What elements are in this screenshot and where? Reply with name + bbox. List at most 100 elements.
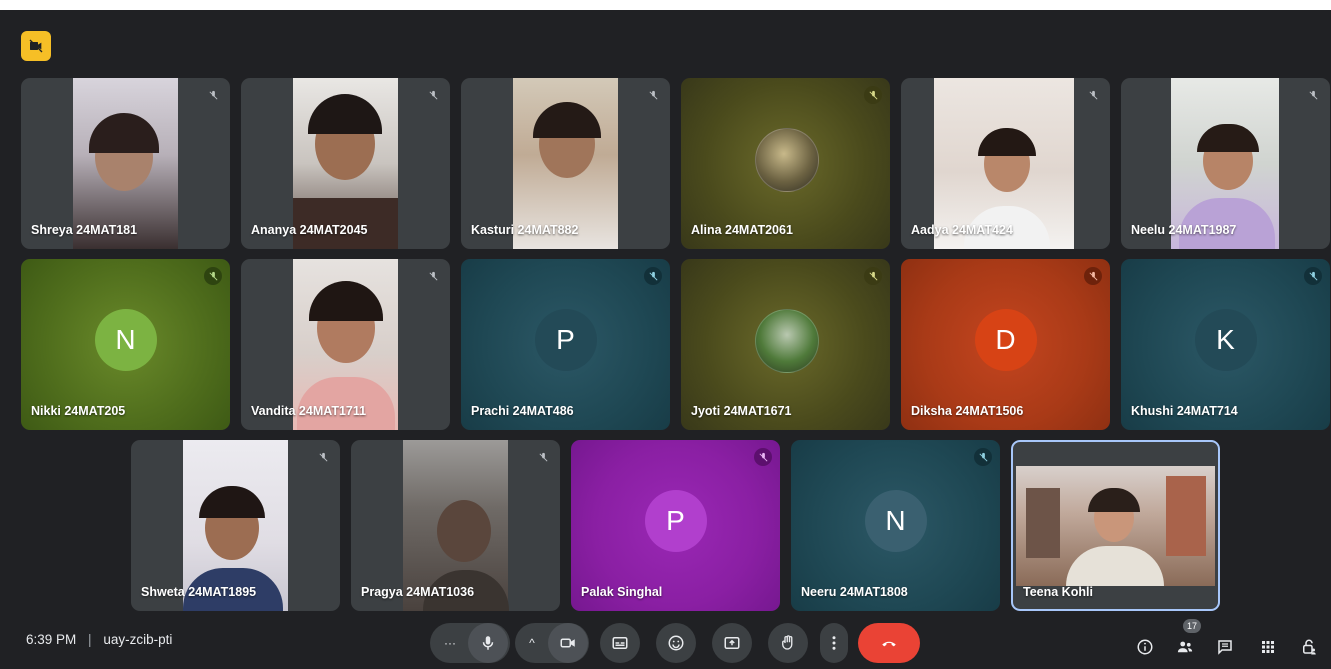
avatar: N (864, 489, 927, 552)
participant-tile[interactable]: Kasturi 24MAT882 (461, 78, 670, 249)
video-options-button[interactable]: ^ (516, 636, 548, 650)
meeting-details: 6:39 PM | uay-zcib-pti (26, 632, 172, 647)
avatar-initial: N (885, 504, 906, 536)
muted-mic-icon (534, 448, 552, 466)
muted-mic-icon (314, 448, 332, 466)
muted-mic-icon (1304, 267, 1322, 285)
participant-name: Prachi 24MAT486 (471, 404, 574, 418)
emoji-icon (668, 635, 684, 651)
captions-button[interactable] (600, 623, 640, 663)
meeting-code: uay-zcib-pti (103, 632, 173, 647)
participant-tile[interactable]: D Diksha 24MAT1506 (901, 259, 1110, 430)
participant-name: Nikki 24MAT205 (31, 404, 126, 418)
avatar: K (1194, 308, 1257, 371)
participant-name: Alina 24MAT2061 (691, 223, 793, 237)
video-group: ^ (515, 623, 589, 663)
muted-mic-icon (204, 86, 222, 104)
participant-name: Neeru 24MAT1808 (801, 585, 908, 599)
participant-tile[interactable]: P Palak Singhal (571, 440, 780, 611)
info-icon (1137, 639, 1153, 655)
audio-group: ··· (430, 623, 510, 663)
muted-mic-icon (424, 267, 442, 285)
participant-tile[interactable]: Shweta 24MAT1895 (131, 440, 340, 611)
muted-mic-icon (644, 267, 662, 285)
chat-icon (1218, 640, 1232, 655)
participant-name: Jyoti 24MAT1671 (691, 404, 792, 418)
avatar-initial: P (666, 504, 685, 536)
camera-icon (560, 638, 575, 648)
meeting-window: Shreya 24MAT181 Ananya 24MAT2045 Kasturi… (0, 10, 1331, 669)
avatar: P (534, 308, 597, 371)
participant-name: Diksha 24MAT1506 (911, 404, 1024, 418)
microphone-icon (482, 636, 494, 650)
participant-tile[interactable]: K Khushi 24MAT714 (1121, 259, 1330, 430)
reactions-button[interactable] (656, 623, 696, 663)
muted-mic-icon (1084, 86, 1102, 104)
participant-tile[interactable]: Neelu 24MAT1987 (1121, 78, 1330, 249)
lock-person-icon (1303, 639, 1316, 655)
muted-mic-icon (1084, 267, 1102, 285)
microphone-button[interactable] (468, 623, 508, 663)
muted-mic-icon (864, 86, 882, 104)
camera-off-icon (29, 39, 43, 53)
participant-tile[interactable]: Aadya 24MAT424 (901, 78, 1110, 249)
separator: | (88, 632, 92, 647)
participant-tile-self[interactable]: Teena Kohli (1011, 440, 1220, 611)
avatar: N (94, 308, 157, 371)
avatar-initial: D (995, 323, 1016, 355)
participant-name: Neelu 24MAT1987 (1131, 223, 1237, 237)
apps-grid-icon (1262, 641, 1274, 653)
profile-photo (754, 308, 819, 373)
muted-mic-icon (1304, 86, 1322, 104)
participant-name: Pragya 24MAT1036 (361, 585, 475, 599)
audio-options-button[interactable]: ··· (432, 636, 468, 650)
participant-tile[interactable]: N Neeru 24MAT1808 (791, 440, 1000, 611)
muted-mic-icon (424, 86, 442, 104)
avatar: D (974, 308, 1037, 371)
present-button[interactable] (712, 623, 752, 663)
bottom-toolbar: 6:39 PM | uay-zcib-pti ··· ^ 17 (0, 611, 1331, 669)
participant-tile[interactable]: Ananya 24MAT2045 (241, 78, 450, 249)
raise-hand-button[interactable] (768, 623, 808, 663)
participant-count-badge: 17 (1183, 619, 1202, 633)
participant-tile[interactable]: Shreya 24MAT181 (21, 78, 230, 249)
participant-tile[interactable]: P Prachi 24MAT486 (461, 259, 670, 430)
leave-call-button[interactable] (858, 623, 920, 663)
more-options-button[interactable] (820, 623, 848, 663)
profile-photo (754, 127, 819, 192)
host-controls-button[interactable] (1297, 635, 1321, 659)
end-call-icon (882, 641, 896, 647)
muted-mic-icon (204, 267, 222, 285)
captions-icon (612, 637, 628, 649)
participant-tile[interactable]: Jyoti 24MAT1671 (681, 259, 890, 430)
muted-mic-icon (754, 448, 772, 466)
participant-tile[interactable]: Alina 24MAT2061 (681, 78, 890, 249)
muted-mic-icon (644, 86, 662, 104)
meeting-info-button[interactable] (1133, 635, 1157, 659)
participant-name: Shweta 24MAT1895 (141, 585, 257, 599)
activities-button[interactable] (1256, 635, 1280, 659)
participant-name: Teena Kohli (1023, 585, 1093, 599)
camera-button[interactable] (548, 623, 588, 663)
video-feed (1016, 466, 1215, 586)
participant-name: Shreya 24MAT181 (31, 223, 138, 237)
participant-tile[interactable]: Vandita 24MAT1711 (241, 259, 450, 430)
meeting-time: 6:39 PM (26, 632, 77, 647)
participant-name: Khushi 24MAT714 (1131, 404, 1238, 418)
participant-tile[interactable]: N Nikki 24MAT205 (21, 259, 230, 430)
more-vert-icon (832, 636, 836, 650)
participant-name: Palak Singhal (581, 585, 663, 599)
people-icon (1177, 641, 1193, 653)
avatar-initial: K (1216, 323, 1235, 355)
people-button[interactable]: 17 (1173, 619, 1202, 659)
participant-name: Aadya 24MAT424 (911, 223, 1013, 237)
participant-name: Vandita 24MAT1711 (251, 404, 367, 418)
present-screen-icon (724, 637, 740, 649)
muted-mic-icon (864, 267, 882, 285)
camera-off-badge[interactable] (21, 31, 51, 61)
participant-tile[interactable]: Pragya 24MAT1036 (351, 440, 560, 611)
avatar-initial: P (556, 323, 575, 355)
chat-button[interactable] (1213, 635, 1237, 659)
participant-name: Kasturi 24MAT882 (471, 223, 579, 237)
muted-mic-icon (974, 448, 992, 466)
